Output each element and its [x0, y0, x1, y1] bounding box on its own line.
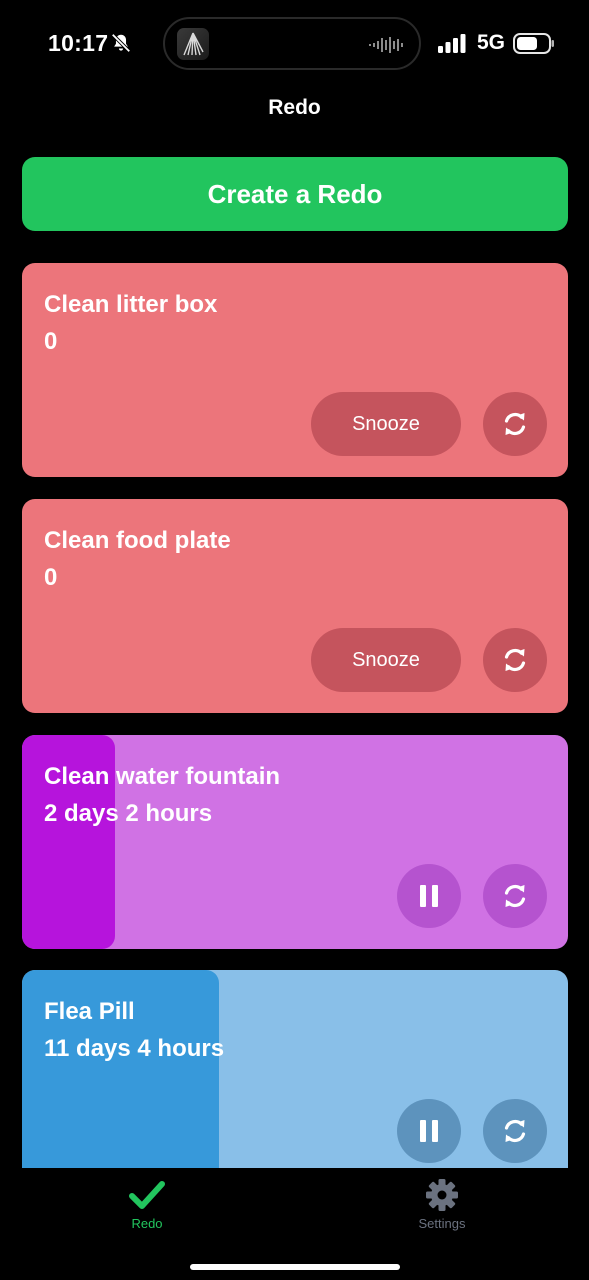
redo-card[interactable]: Clean food plate 0 Snooze — [22, 499, 568, 713]
dynamic-island[interactable] — [163, 17, 421, 70]
checkmark-icon — [129, 1181, 165, 1209]
snooze-button[interactable]: Snooze — [311, 392, 461, 456]
pause-button[interactable] — [397, 864, 461, 928]
redo-time-remaining: 0 — [44, 564, 58, 591]
redo-time-remaining: 11 days 4 hours — [44, 1035, 225, 1062]
redo-card[interactable]: Clean water fountain 2 days 2 hours — [22, 735, 568, 949]
redo-list[interactable]: Clean litter box 0 Snooze Clean food pla… — [0, 263, 589, 1169]
page-title: Redo — [268, 96, 321, 119]
status-bar: 10:17 5G — [0, 0, 589, 88]
audio-waveform-icon — [369, 37, 403, 53]
redo-reset-button[interactable] — [483, 628, 547, 692]
tab-label: Settings — [418, 1216, 466, 1231]
redo-reset-button[interactable] — [483, 1099, 547, 1163]
redo-card[interactable]: Flea Pill 11 days 4 hours — [22, 970, 568, 1169]
redo-title: Flea Pill — [44, 998, 135, 1025]
redo-title: Clean water fountain — [44, 763, 281, 790]
refresh-icon — [504, 412, 526, 436]
status-time: 10:17 — [48, 30, 109, 56]
pause-icon — [420, 1120, 438, 1142]
redo-card[interactable]: Clean litter box 0 Snooze — [22, 263, 568, 477]
redo-time-remaining: 0 — [44, 328, 58, 355]
refresh-icon — [504, 648, 526, 672]
redo-title: Clean food plate — [44, 527, 231, 554]
redo-reset-button[interactable] — [483, 392, 547, 456]
tab-redo[interactable]: Redo — [87, 1178, 207, 1231]
pause-icon — [420, 885, 438, 907]
refresh-icon — [504, 1119, 526, 1143]
home-indicator — [190, 1264, 400, 1270]
signal-bars-icon — [438, 34, 466, 53]
redo-time-remaining: 2 days 2 hours — [44, 800, 213, 827]
network-type-label: 5G — [477, 31, 506, 54]
tab-label: Redo — [131, 1216, 163, 1231]
battery-icon — [513, 33, 554, 54]
create-redo-button[interactable]: Create a Redo — [22, 157, 568, 231]
refresh-icon — [504, 884, 526, 908]
redo-title: Clean litter box — [44, 291, 218, 318]
snooze-button[interactable]: Snooze — [311, 628, 461, 692]
tab-settings[interactable]: Settings — [382, 1178, 502, 1231]
redo-reset-button[interactable] — [483, 864, 547, 928]
pause-button[interactable] — [397, 1099, 461, 1163]
now-playing-artwork — [177, 28, 209, 60]
bell-slash-icon — [111, 33, 131, 53]
gear-icon — [426, 1179, 458, 1211]
